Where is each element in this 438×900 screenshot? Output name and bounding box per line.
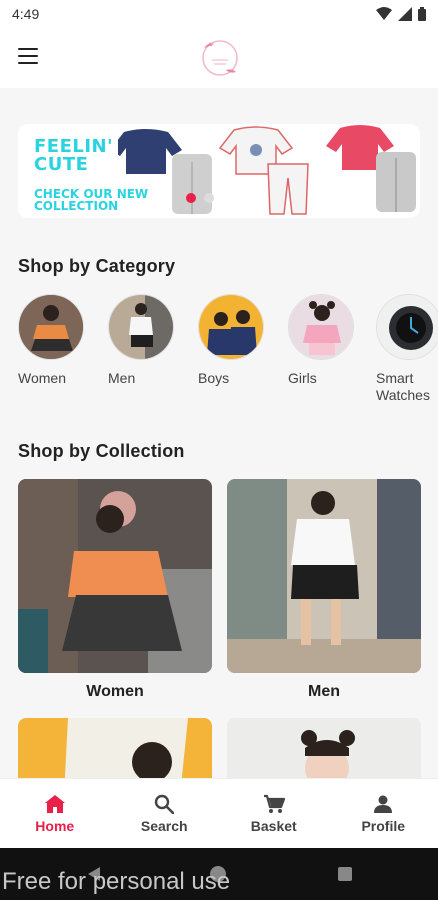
- collection-card-boys[interactable]: [18, 718, 212, 778]
- nav-profile-label: Profile: [361, 817, 406, 834]
- watermark-text: Free for personal use: [2, 868, 231, 895]
- collection-section-title: Shop by Collection: [18, 441, 185, 461]
- search-icon: [155, 794, 175, 814]
- home-icon: [44, 794, 65, 813]
- menu-line: [18, 62, 38, 64]
- women-photo: [18, 294, 84, 360]
- men-photo-image: [109, 295, 173, 359]
- banner-product-image: [118, 125, 416, 215]
- collection-men-image: [227, 479, 421, 673]
- category-men[interactable]: Men: [108, 294, 178, 387]
- collection-women-image: [18, 479, 212, 673]
- category-label: Smart Watches: [376, 370, 430, 403]
- category-boys[interactable]: Boys: [198, 294, 268, 387]
- nav-search[interactable]: Search: [110, 779, 220, 848]
- carousel-dot[interactable]: [204, 193, 214, 203]
- nav-basket-label: Basket: [250, 817, 297, 834]
- category-section-title: Shop by Category: [18, 256, 176, 276]
- girls-photo-image: [289, 295, 353, 359]
- category-label: Men: [108, 370, 136, 386]
- collection-label: Men: [308, 683, 340, 700]
- collection-card-women[interactable]: Women: [18, 479, 212, 701]
- promo-banner[interactable]: FEELIN' CUTE CHECK OUR NEW COLLECTION: [18, 124, 420, 218]
- women-photo-image: [19, 295, 83, 359]
- status-time: 4:49: [12, 6, 40, 22]
- smartwatch-photo: [376, 294, 438, 360]
- menu-line: [18, 55, 38, 57]
- battery-icon: [418, 7, 426, 21]
- collection-girls-image: [227, 718, 421, 778]
- status-bar: 4:49: [0, 0, 438, 28]
- menu-line: [18, 48, 38, 50]
- nav-home-label: Home: [35, 817, 75, 834]
- bottom-navigation: Home Search Basket Profile: [0, 778, 438, 848]
- collection-card-girls[interactable]: [227, 718, 421, 778]
- collection-girls-photo: [227, 718, 421, 778]
- boys-photo-image: [199, 295, 263, 359]
- signal-icon: [398, 7, 412, 21]
- nav-home[interactable]: Home: [0, 779, 110, 848]
- brand-logo: [202, 40, 238, 76]
- carousel-dot-active[interactable]: [186, 193, 196, 203]
- cart-icon: [263, 794, 285, 813]
- main-content[interactable]: FEELIN' CUTE CHECK OUR NEW COLLECTION Sh…: [0, 88, 438, 778]
- collection-boys-image: [18, 718, 212, 778]
- collection-card-men[interactable]: Men: [227, 479, 421, 701]
- status-icons: [376, 7, 426, 21]
- category-women[interactable]: Women: [18, 294, 88, 387]
- men-photo: [108, 294, 174, 360]
- banner-headline: FEELIN' CUTE: [34, 136, 114, 175]
- girls-photo: [288, 294, 354, 360]
- nav-search-label: Search: [140, 817, 188, 834]
- category-list[interactable]: Women Men Boys Girls Smart Watches: [18, 294, 438, 410]
- menu-button[interactable]: [18, 48, 38, 64]
- smartwatch-photo-image: [377, 295, 438, 359]
- category-smart-watches[interactable]: Smart Watches: [376, 294, 438, 404]
- carousel-dots: [186, 193, 214, 203]
- category-girls[interactable]: Girls: [288, 294, 358, 387]
- collection-boys-photo: [18, 718, 212, 778]
- system-nav-bar: Free for personal use: [0, 848, 438, 900]
- person-icon: [374, 795, 393, 813]
- boys-photo: [198, 294, 264, 360]
- app-bar: [0, 28, 438, 88]
- category-label: Boys: [198, 370, 230, 386]
- collection-men-photo: [227, 479, 421, 673]
- nav-profile[interactable]: Profile: [329, 779, 438, 848]
- collection-label: Women: [86, 683, 144, 700]
- category-label: Girls: [288, 370, 317, 386]
- wifi-icon: [376, 7, 392, 20]
- nav-basket[interactable]: Basket: [219, 779, 329, 848]
- collection-women-photo: [18, 479, 212, 673]
- recents-icon[interactable]: [338, 867, 352, 881]
- category-label: Women: [18, 370, 66, 386]
